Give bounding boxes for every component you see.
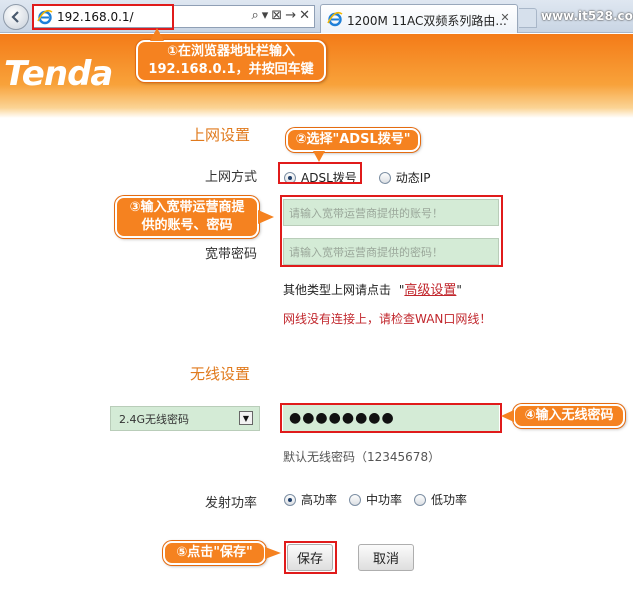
wifi-band-value: 2.4G无线密码 bbox=[119, 412, 190, 426]
wifi-band-select[interactable]: 2.4G无线密码 ▼ bbox=[110, 406, 260, 431]
callout-step-3: ③输入宽带运营商提 供的账号、密码 bbox=[115, 196, 259, 238]
tab-title: 1200M 11AC双频系列路由... bbox=[347, 14, 507, 28]
radio-power-mid[interactable] bbox=[349, 493, 362, 506]
radio-power-high[interactable] bbox=[284, 493, 296, 506]
tab-ie-icon bbox=[327, 11, 343, 27]
option-dhcp[interactable]: 动态IP bbox=[378, 169, 431, 186]
back-button[interactable] bbox=[3, 4, 29, 30]
callout-step-1-line2: 192.168.0.1，并按回车键 bbox=[148, 62, 314, 77]
power-mid-label: 中功率 bbox=[366, 493, 403, 507]
watermark: www.it528.com bbox=[541, 9, 633, 23]
pppoe-password-input[interactable]: 请输入宽带运营商提供的密码！ bbox=[283, 238, 499, 265]
callout-step-5: ⑤点击"保存" bbox=[163, 541, 266, 565]
callout-step-3-line1: ③输入宽带运营商提 bbox=[129, 200, 245, 215]
power-high-option[interactable]: 高功率 bbox=[284, 491, 337, 508]
wifi-default-hint: 默认无线密码（12345678） bbox=[283, 450, 441, 464]
connection-mode-label: 上网方式 bbox=[205, 170, 258, 185]
tenda-logo: Tenda bbox=[4, 54, 113, 94]
back-arrow-icon bbox=[11, 11, 19, 23]
search-icon[interactable]: ⌕ bbox=[251, 8, 258, 23]
compat-view-icon[interactable]: ⊠ bbox=[271, 8, 282, 23]
callout-step-3-line2: 供的账号、密码 bbox=[141, 218, 233, 233]
pppoe-account-input[interactable]: 请输入宽带运营商提供的账号！ bbox=[283, 199, 499, 226]
new-tab-button[interactable] bbox=[519, 8, 537, 28]
callout-step-2: ②选择"ADSL拨号" bbox=[286, 128, 420, 152]
radio-dhcp[interactable] bbox=[378, 171, 391, 184]
callout-step-4-text: ④输入无线密码 bbox=[524, 408, 614, 423]
callout-step-5-text: ⑤点击"保存" bbox=[176, 545, 253, 560]
callout-step-4: ④输入无线密码 bbox=[513, 404, 625, 428]
callout-step-5-pointer bbox=[265, 547, 281, 559]
advanced-settings-prefix: 其他类型上网请点击 bbox=[283, 283, 392, 297]
radio-adsl[interactable] bbox=[284, 171, 296, 184]
power-mid-option[interactable]: 中功率 bbox=[349, 491, 402, 508]
wifi-password-value: ●●●●●●●● bbox=[289, 410, 395, 426]
callout-step-2-text: ②选择"ADSL拨号" bbox=[295, 132, 411, 147]
stop-icon[interactable]: ✕ bbox=[299, 8, 310, 23]
callout-step-3-pointer bbox=[258, 210, 274, 224]
option-adsl-label: ADSL拨号 bbox=[301, 171, 357, 185]
pppoe-password-placeholder: 请输入宽带运营商提供的密码！ bbox=[289, 245, 443, 259]
callout-step-1-line1: ①在浏览器地址栏输入 bbox=[166, 44, 295, 59]
power-low-label: 低功率 bbox=[431, 493, 468, 507]
callout-step-1-pointer bbox=[150, 28, 164, 41]
connection-mode-group: ADSL拨号 动态IP bbox=[284, 169, 443, 186]
tx-power-label: 发射功率 bbox=[205, 496, 258, 511]
browser-tab[interactable]: 1200M 11AC双频系列路由... ✕ bbox=[320, 4, 518, 33]
ie-icon bbox=[37, 9, 53, 25]
dropdown-icon[interactable]: ▾ bbox=[262, 8, 269, 23]
power-low-option[interactable]: 低功率 bbox=[414, 491, 467, 508]
go-icon[interactable]: → bbox=[285, 8, 296, 23]
radio-power-low[interactable] bbox=[414, 493, 427, 506]
power-high-label: 高功率 bbox=[301, 493, 338, 507]
callout-step-2-pointer bbox=[313, 151, 325, 162]
tab-close-icon[interactable]: ✕ bbox=[497, 10, 513, 26]
internet-settings-title: 上网设置 bbox=[190, 126, 251, 144]
save-button[interactable]: 保存 bbox=[287, 544, 333, 571]
wifi-password-input[interactable]: ●●●●●●●● bbox=[283, 405, 499, 431]
browser-toolbar: 192.168.0.1/ ⌕ ▾ ⊠ → ✕ 1200M 11AC双频系列路由.… bbox=[0, 0, 633, 33]
address-text[interactable]: 192.168.0.1/ bbox=[57, 10, 134, 24]
cancel-button[interactable]: 取消 bbox=[358, 544, 414, 571]
pppoe-password-label: 宽带密码 bbox=[205, 247, 258, 262]
advanced-settings-line: 其他类型上网请点击 "高级设置" bbox=[283, 283, 462, 298]
pppoe-account-placeholder: 请输入宽带运营商提供的账号！ bbox=[289, 206, 443, 220]
address-bar[interactable]: 192.168.0.1/ ⌕ ▾ ⊠ → ✕ bbox=[32, 5, 315, 28]
wan-warning: 网线没有连接上，请检查WAN口网线！ bbox=[283, 312, 492, 326]
wireless-settings-title: 无线设置 bbox=[190, 365, 251, 383]
option-adsl[interactable]: ADSL拨号 bbox=[284, 169, 357, 186]
tx-power-group: 高功率 中功率 低功率 bbox=[284, 491, 479, 508]
callout-step-1: ①在浏览器地址栏输入 192.168.0.1，并按回车键 bbox=[136, 40, 326, 82]
option-dhcp-label: 动态IP bbox=[395, 171, 431, 185]
callout-step-4-pointer bbox=[501, 410, 514, 422]
advanced-settings-link[interactable]: 高级设置 bbox=[404, 283, 456, 298]
dropdown-arrow-icon: ▼ bbox=[239, 411, 253, 425]
